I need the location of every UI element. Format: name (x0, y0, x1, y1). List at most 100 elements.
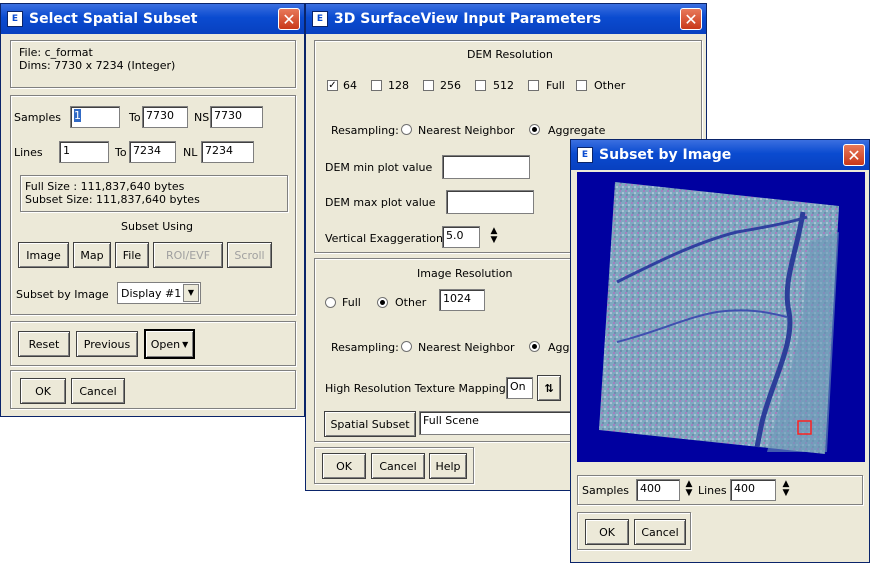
dem-other-label: Other (594, 79, 626, 92)
dem-256-checkbox[interactable] (423, 80, 434, 91)
samples-spinner-icon[interactable]: ▲ ▼ (682, 480, 696, 500)
close-icon[interactable]: ✕ (680, 8, 702, 30)
cancel-button[interactable]: Cancel (371, 453, 425, 479)
hires-texture-value: On (506, 377, 533, 399)
display-select-value: Display #1 (121, 286, 182, 300)
dem-max-input[interactable] (446, 190, 534, 214)
scroll-button[interactable]: Scroll (227, 242, 272, 268)
spatial-subset-value: Full Scene (419, 411, 579, 435)
lines-spinner-icon[interactable]: ▲ ▼ (779, 480, 793, 500)
size-info-panel: Full Size : 111,837,640 bytes Subset Siz… (20, 175, 288, 212)
cancel-button[interactable]: Cancel (71, 378, 125, 404)
dem-128-label: 128 (388, 79, 409, 92)
image-button[interactable]: Image (18, 242, 69, 268)
dem-other-checkbox[interactable] (576, 80, 587, 91)
app-icon: E (7, 11, 23, 27)
vertical-exaggeration-label: Vertical Exaggeration (325, 232, 443, 245)
reset-button[interactable]: Reset (18, 331, 70, 357)
hires-texture-label: High Resolution Texture Mapping (325, 382, 506, 395)
aggregate-radio[interactable] (529, 124, 540, 135)
satellite-image (599, 182, 839, 454)
lines-to-label: To (115, 146, 127, 159)
window-titlebar[interactable]: E Subset by Image ✕ (571, 140, 869, 170)
ok-cancel-help-panel: OK Cancel Help (314, 447, 474, 484)
roi-evf-button[interactable]: ROI/EVF (153, 242, 223, 268)
aggregate2-radio[interactable] (529, 341, 540, 352)
lines-label: Lines (14, 146, 43, 159)
close-icon[interactable]: ✕ (843, 144, 865, 166)
dem-512-label: 512 (493, 79, 514, 92)
open-menu-button[interactable]: Open ▼ (144, 329, 195, 359)
dem-256-label: 256 (440, 79, 461, 92)
aggregate-label: Aggregate (548, 124, 606, 137)
chevron-down-icon[interactable]: ▼ (183, 284, 199, 302)
subset-by-image-window: E Subset by Image ✕ Samples 400 ▲ ▼ Line… (570, 139, 870, 563)
dem-512-checkbox[interactable] (475, 80, 486, 91)
samples-to-label: To (129, 111, 141, 124)
samples-label: Samples (14, 111, 61, 124)
spatial-subset-button[interactable]: Spatial Subset (324, 411, 416, 437)
dem-64-label: 64 (343, 79, 357, 92)
nearest-neighbor2-label: Nearest Neighbor (418, 341, 515, 354)
display-select[interactable]: Display #1 ▼ (117, 282, 201, 304)
open-button-label: Open (150, 337, 181, 351)
ok-button[interactable]: OK (585, 519, 629, 545)
close-icon[interactable]: ✕ (278, 8, 300, 30)
toggle-arrows-icon[interactable]: ⇅ (537, 375, 561, 401)
cancel-button[interactable]: Cancel (634, 519, 686, 545)
lines-input[interactable]: 1 (59, 141, 109, 163)
ns-label: NS (194, 111, 210, 124)
full-radio[interactable] (325, 297, 336, 308)
other-radio[interactable] (377, 297, 388, 308)
vertical-exaggeration-spinner-icon[interactable]: ▲ ▼ (487, 227, 501, 247)
lines-input[interactable]: 400 (730, 479, 776, 501)
window-titlebar[interactable]: E Select Spatial Subset ✕ (1, 4, 304, 34)
menu-arrow-icon: ▼ (182, 339, 189, 349)
ok-cancel-panel: OK Cancel (10, 370, 296, 409)
ok-button[interactable]: OK (20, 378, 66, 404)
dem-full-checkbox[interactable] (528, 80, 539, 91)
other-resolution-input[interactable]: 1024 (439, 289, 485, 311)
previous-button[interactable]: Previous (76, 331, 138, 357)
history-button-panel: Reset Previous Open ▼ (10, 321, 296, 366)
subset-using-label: Subset Using (121, 220, 194, 233)
ok-cancel-panel: OK Cancel (577, 512, 691, 550)
samples-label: Samples (582, 484, 629, 497)
nearest-neighbor2-radio[interactable] (401, 341, 412, 352)
image-resolution-label: Image Resolution (417, 267, 513, 280)
samples-input[interactable]: 1 (70, 106, 120, 128)
nl-input[interactable]: 7234 (201, 141, 254, 163)
dem-64-checkbox[interactable]: ✓ (327, 80, 338, 91)
dims-text: Dims: 7730 x 7234 (Integer) (19, 59, 176, 72)
file-button[interactable]: File (115, 242, 149, 268)
dem-full-label: Full (546, 79, 565, 92)
nl-label: NL (183, 146, 198, 159)
window-title: Select Spatial Subset (29, 11, 198, 27)
samples-to-input[interactable]: 7730 (142, 106, 188, 128)
dem-resolution-label: DEM Resolution (467, 48, 553, 61)
lines-to-input[interactable]: 7234 (129, 141, 176, 163)
image-preview[interactable] (577, 172, 865, 462)
other-label: Other (395, 296, 427, 309)
file-info-panel: File: c_format Dims: 7730 x 7234 (Intege… (10, 40, 296, 88)
help-button[interactable]: Help (429, 453, 467, 479)
subset-by-image-label: Subset by Image (16, 288, 109, 301)
map-button[interactable]: Map (73, 242, 111, 268)
full-label: Full (342, 296, 361, 309)
window-titlebar[interactable]: E 3D SurfaceView Input Parameters ✕ (306, 4, 706, 34)
full-size-text: Full Size : 111,837,640 bytes (25, 180, 185, 193)
samples-input[interactable]: 400 (636, 479, 680, 501)
app-icon: E (312, 11, 328, 27)
vertical-exaggeration-input[interactable]: 5.0 (442, 226, 480, 248)
resampling-label: Resampling: (331, 124, 399, 137)
subset-size-text: Subset Size: 111,837,640 bytes (25, 193, 200, 206)
subset-panel: Samples 1 To 7730 NS 7730 Lines 1 To 723… (10, 95, 296, 315)
ns-input[interactable]: 7730 (210, 106, 263, 128)
nearest-neighbor-radio[interactable] (401, 124, 412, 135)
dem-min-input[interactable] (442, 155, 530, 179)
dem-128-checkbox[interactable] (371, 80, 382, 91)
ok-button[interactable]: OK (322, 453, 366, 479)
dem-min-label: DEM min plot value (325, 161, 433, 174)
app-icon: E (577, 147, 593, 163)
nearest-neighbor-label: Nearest Neighbor (418, 124, 515, 137)
